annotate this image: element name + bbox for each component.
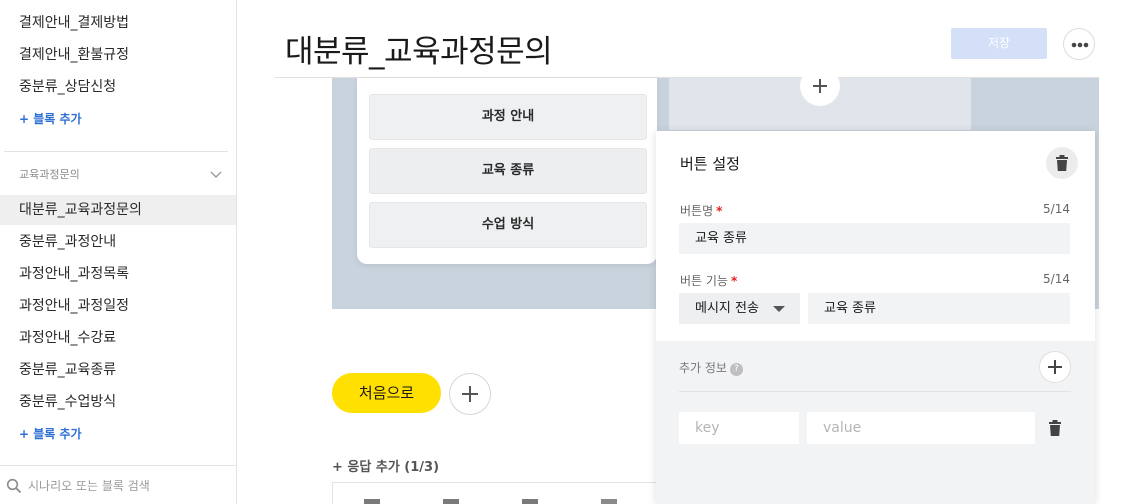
page-title: 대분류_교육과정문의	[285, 34, 553, 70]
sidebar-group-label: 교육과정문의	[19, 168, 80, 181]
sidebar-divider	[4, 151, 228, 152]
sidebar-item-payment-method[interactable]: 결제안내_결제방법	[0, 8, 236, 38]
search-input[interactable]: 시나리오 또는 블록 검색	[28, 477, 150, 494]
plus-icon	[813, 79, 827, 93]
sidebar: 결제안내_결제방법 결제안내_환불규정 중분류_상담신청 + 블록 추가 교육과…	[0, 0, 237, 504]
card-button-class-method[interactable]: 수업 방식	[369, 202, 647, 248]
sidebar-item-refund-policy[interactable]: 결제안내_환불규정	[0, 40, 236, 70]
sidebar-item-consult-request[interactable]: 중분류_상담신청	[0, 72, 236, 102]
card-type-icon[interactable]	[522, 499, 538, 504]
image-type-icon[interactable]	[443, 499, 459, 504]
button-function-value-input[interactable]: 교육 종류	[808, 293, 1070, 324]
home-quick-reply-button[interactable]: 처음으로	[332, 373, 441, 413]
add-card-button[interactable]	[800, 66, 840, 106]
trash-icon	[1056, 155, 1068, 171]
delete-button[interactable]	[1046, 147, 1078, 179]
more-horizontal-icon	[1071, 42, 1089, 48]
sidebar-item-edu-course-inquiry[interactable]: 대분류_교육과정문의	[0, 195, 236, 225]
sidebar-item-class-method[interactable]: 중분류_수업방식	[0, 387, 236, 417]
response-type-toolbar	[332, 482, 657, 504]
button-name-label: 버튼명 *	[680, 204, 723, 218]
button-function-select[interactable]: 메시지 전송	[679, 293, 800, 324]
more-options-button[interactable]	[1063, 28, 1095, 60]
extra-info-divider	[679, 391, 1071, 392]
button-name-input[interactable]: 교육 종류	[679, 223, 1070, 254]
add-quick-reply-button[interactable]	[449, 373, 491, 415]
key-input[interactable]: key	[679, 412, 799, 444]
list-type-icon[interactable]	[601, 499, 617, 504]
save-button[interactable]: 저장	[951, 28, 1047, 59]
help-icon[interactable]: ?	[729, 363, 743, 376]
add-response-link[interactable]: + 응답 추가 (1/3)	[332, 456, 439, 475]
extra-info-section: 추가 정보? key value	[656, 341, 1095, 504]
sidebar-item-course-guide[interactable]: 중분류_과정안내	[0, 227, 236, 257]
extra-info-label: 추가 정보?	[679, 359, 743, 376]
add-block-link[interactable]: + 블록 추가	[19, 425, 82, 442]
button-function-counter: 5/14	[1043, 272, 1070, 286]
plus-icon	[462, 386, 478, 402]
card-button-course-guide[interactable]: 과정 안내	[369, 94, 647, 140]
add-extra-info-button[interactable]	[1039, 351, 1071, 383]
sidebar-item-tuition[interactable]: 과정안내_수강료	[0, 323, 236, 353]
plus-icon	[1048, 360, 1062, 374]
button-settings-panel: 버튼 설정 버튼명 * 5/14 교육 종류 버튼 기능 * 5/14 메시지 전송…	[656, 131, 1095, 504]
message-card: 과정 안내 교육 종류 수업 방식	[357, 78, 657, 264]
card-button-edu-type[interactable]: 교육 종류	[369, 148, 647, 194]
add-block-link[interactable]: + 블록 추가	[19, 110, 82, 127]
panel-title: 버튼 설정	[680, 155, 740, 173]
sidebar-item-edu-type[interactable]: 중분류_교육종류	[0, 355, 236, 385]
button-function-label: 버튼 기능 *	[680, 274, 738, 288]
scenario-search[interactable]: 시나리오 또는 블록 검색	[0, 465, 236, 504]
button-function-select-value: 메시지 전송	[695, 301, 759, 316]
value-input[interactable]: value	[807, 412, 1035, 444]
sidebar-item-course-list[interactable]: 과정안내_과정목록	[0, 259, 236, 289]
sidebar-item-course-schedule[interactable]: 과정안내_과정일정	[0, 291, 236, 321]
button-name-counter: 5/14	[1043, 202, 1070, 216]
text-type-icon[interactable]	[364, 499, 380, 504]
search-icon	[6, 478, 22, 494]
trash-icon[interactable]	[1046, 419, 1064, 437]
caret-down-icon	[773, 306, 785, 312]
chevron-down-icon[interactable]	[208, 166, 224, 182]
